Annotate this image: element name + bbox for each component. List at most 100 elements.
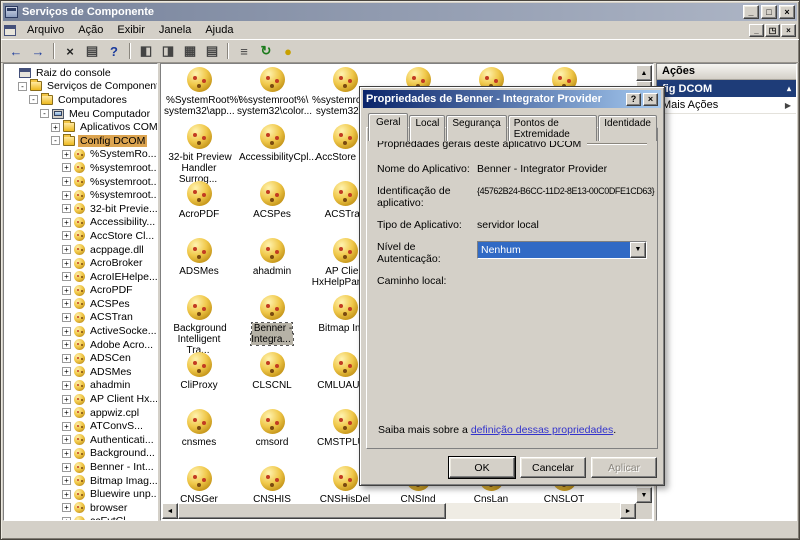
tree-item-config-dcom[interactable]: -Config DCOM — [4, 134, 157, 148]
tree-expander-icon[interactable]: + — [62, 163, 71, 172]
dcom-app-item[interactable]: CLSCNL — [237, 352, 307, 391]
tree-item-raiz-do-console[interactable]: Raiz do console — [4, 66, 157, 80]
tree-expander-icon[interactable]: - — [51, 136, 60, 145]
tree-expander-icon[interactable]: + — [62, 327, 71, 336]
tree-expander-icon[interactable]: + — [62, 150, 71, 159]
tree-expander-icon[interactable]: + — [62, 299, 71, 308]
forward-icon[interactable]: → — [27, 41, 49, 61]
tab-local[interactable]: Local — [409, 115, 445, 141]
dcom-ball-icon[interactable]: ● — [277, 41, 299, 61]
tab-seguran-a[interactable]: Segurança — [446, 115, 506, 141]
tree-item-authenticati[interactable]: +Authenticati... — [4, 433, 157, 447]
tree-item-browser[interactable]: +browser — [4, 501, 157, 515]
tree-item-adobe-acro[interactable]: +Adobe Acro... — [4, 338, 157, 352]
tree-item-background[interactable]: +Background... — [4, 447, 157, 461]
tree-expander-icon[interactable]: + — [62, 517, 71, 521]
list-view-icon[interactable]: ▤ — [201, 41, 223, 61]
tree-expander-icon[interactable]: + — [62, 395, 71, 404]
tree-item-systemroot[interactable]: +%systemroot... — [4, 161, 157, 175]
horizontal-scroll-thumb[interactable] — [178, 503, 446, 519]
tree-item-ccevtcl[interactable]: +ccEvtCl... — [4, 515, 157, 521]
menu-ajuda[interactable]: Ajuda — [198, 22, 240, 38]
tree-item-acropdf[interactable]: +AcroPDF — [4, 284, 157, 298]
dcom-app-item[interactable]: %systemroot%\ system32\color... — [237, 67, 307, 117]
tree-expander-icon[interactable]: + — [62, 177, 71, 186]
tree-expander-icon[interactable]: + — [62, 408, 71, 417]
help-button[interactable]: ? — [626, 93, 641, 106]
tree-expander-icon[interactable]: + — [62, 191, 71, 200]
refresh-icon[interactable]: ↻ — [255, 41, 277, 61]
tree-expander-icon[interactable]: + — [62, 503, 71, 512]
cancelar-button[interactable]: Cancelar — [520, 457, 586, 478]
icon-view-icon[interactable]: ▦ — [179, 41, 201, 61]
tree-item-accstore-cl[interactable]: +AccStore Cl... — [4, 229, 157, 243]
tree-item-adsmes[interactable]: +ADSMes — [4, 365, 157, 379]
dcom-app-item[interactable]: CNSGer — [164, 466, 234, 503]
tree-item-acspes[interactable]: +ACSPes — [4, 297, 157, 311]
tree-expander-icon[interactable]: - — [18, 82, 27, 91]
menu-a-o[interactable]: Ação — [71, 22, 110, 38]
tree-expander-icon[interactable]: + — [62, 367, 71, 376]
tab-identidade[interactable]: Identidade — [598, 115, 657, 141]
dcom-app-item[interactable]: CliProxy — [164, 352, 234, 391]
tree-expander-icon[interactable]: + — [62, 422, 71, 431]
tree-expander-icon[interactable]: - — [40, 109, 49, 118]
tree-item-bitmap-imag[interactable]: +Bitmap Imag... — [4, 474, 157, 488]
dcom-app-item[interactable]: %SystemRoot%\ system32\app... — [164, 67, 234, 117]
tree-expander-icon[interactable]: - — [29, 95, 38, 104]
tree-item-ahadmin[interactable]: +ahadmin — [4, 379, 157, 393]
tree-item-aplicativos-com[interactable]: +Aplicativos COM — [4, 120, 157, 134]
tab-pontos-de-extremidade[interactable]: Pontos de Extremidade — [508, 115, 598, 141]
tree-expander-icon[interactable]: + — [62, 272, 71, 281]
tree-item-benner-int[interactable]: +Benner - Int... — [4, 460, 157, 474]
tree-expander-icon[interactable]: + — [62, 231, 71, 240]
properties-definition-link[interactable]: definição dessas propriedades — [471, 424, 613, 436]
ok-button[interactable]: OK — [449, 457, 515, 478]
more-actions-item[interactable]: Mais Ações ▶ — [657, 97, 796, 114]
show-console-tree-icon[interactable]: ◧ — [135, 41, 157, 61]
tree-expander-icon[interactable]: + — [62, 259, 71, 268]
tree-item-appwiz-cpl[interactable]: +appwiz.cpl — [4, 406, 157, 420]
dcom-app-item[interactable]: Benner - Integra... — [237, 295, 307, 345]
tree-item-acstran[interactable]: +ACSTran — [4, 311, 157, 325]
tree-item-acrobroker[interactable]: +AcroBroker — [4, 256, 157, 270]
menu-exibir[interactable]: Exibir — [110, 22, 152, 38]
scroll-down-button[interactable]: ▼ — [636, 487, 652, 503]
collapse-icon[interactable]: ▴ — [787, 84, 791, 93]
tree-expander-icon[interactable]: + — [62, 286, 71, 295]
child-restore-button[interactable]: ◳ — [765, 24, 780, 37]
tree-expander-icon[interactable]: + — [51, 123, 60, 132]
tree-expander-icon[interactable]: + — [62, 449, 71, 458]
dcom-app-item[interactable]: Background Intelligent Tra... — [164, 295, 234, 356]
tree-item-atconvs[interactable]: +ATConvS... — [4, 419, 157, 433]
actions-section-header[interactable]: fig DCOM ▴ — [657, 80, 796, 97]
child-minimize-button[interactable]: _ — [749, 24, 764, 37]
authentication-level-combobox[interactable]: Nenhum▼ — [477, 241, 647, 259]
tree-item-servi-os-de-componente[interactable]: -Serviços de Componente — [4, 80, 157, 94]
dcom-app-item[interactable]: ACSPes — [237, 181, 307, 220]
tree-item-activesocke[interactable]: +ActiveSocke... — [4, 324, 157, 338]
tree-item-32-bit-previe[interactable]: +32-bit Previe... — [4, 202, 157, 216]
dcom-app-item[interactable]: CNSHIS — [237, 466, 307, 503]
minimize-button[interactable]: _ — [743, 5, 759, 19]
menu-janela[interactable]: Janela — [152, 22, 198, 38]
dcom-app-item[interactable]: AccessibilityCpl... — [237, 124, 307, 163]
tree-expander-icon[interactable]: + — [62, 490, 71, 499]
tree-expander-icon[interactable]: + — [62, 463, 71, 472]
close-button[interactable]: × — [643, 93, 658, 106]
properties-icon[interactable]: ▤ — [81, 41, 103, 61]
tree-expander-icon[interactable]: + — [62, 245, 71, 254]
dcom-app-item[interactable]: cmsord — [237, 409, 307, 448]
maximize-button[interactable]: □ — [761, 5, 777, 19]
tree-item-systemroot[interactable]: +%systemroot... — [4, 188, 157, 202]
dcom-app-item[interactable]: ADSMes — [164, 238, 234, 277]
tree-item-meu-computador[interactable]: -Meu Computador — [4, 107, 157, 121]
dcom-app-item[interactable]: ahadmin — [237, 238, 307, 277]
delete-icon[interactable]: × — [59, 41, 81, 61]
show-action-pane-icon[interactable]: ◨ — [157, 41, 179, 61]
tree-item-acppage-dll[interactable]: +acppage.dll — [4, 243, 157, 257]
tree-item-systemro[interactable]: +%SystemRo... — [4, 148, 157, 162]
dcom-app-item[interactable]: AcroPDF — [164, 181, 234, 220]
tree-expander-icon[interactable]: + — [62, 435, 71, 444]
tab-geral[interactable]: Geral — [368, 113, 408, 141]
